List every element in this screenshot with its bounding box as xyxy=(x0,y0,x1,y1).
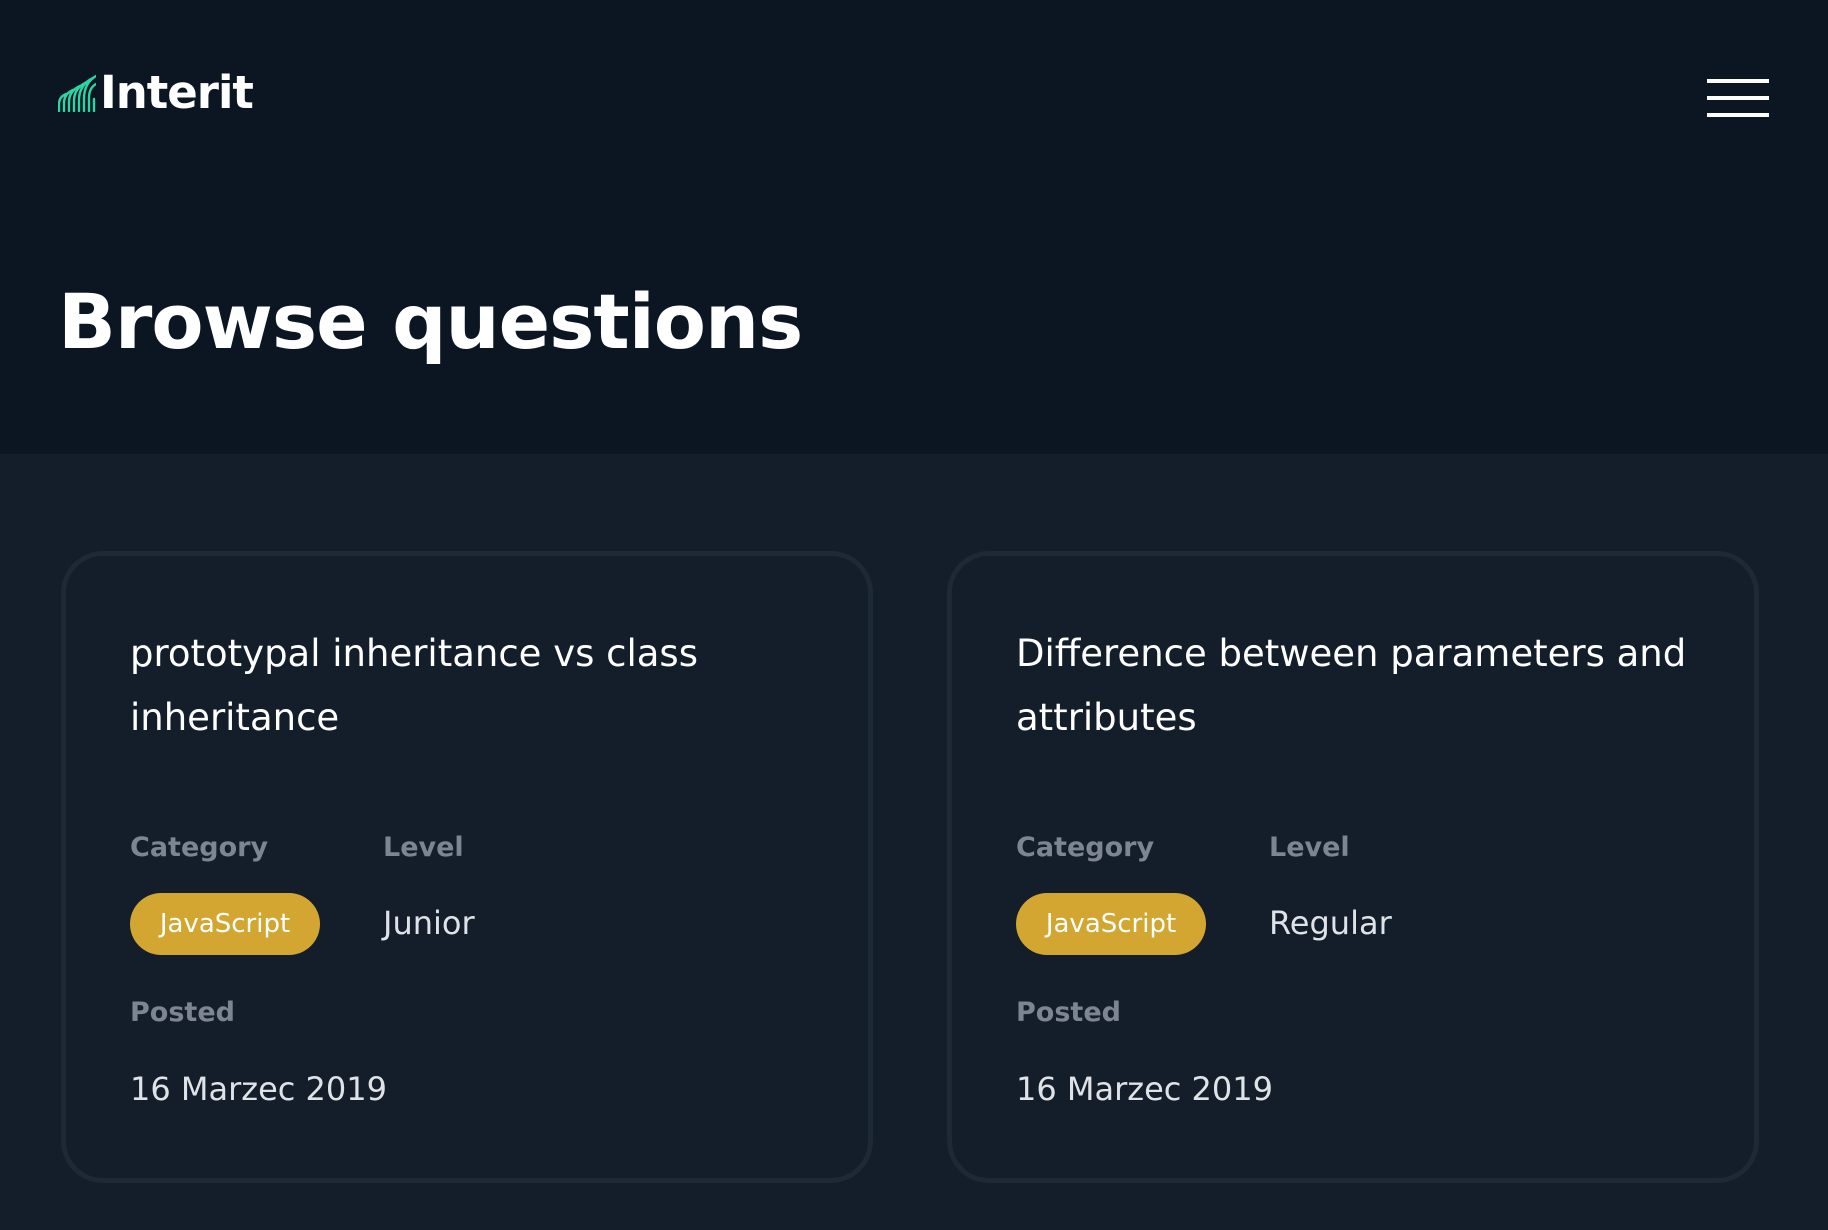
posted-label: Posted xyxy=(1016,997,1121,1028)
brand-logo[interactable]: Interit xyxy=(58,66,254,119)
question-card[interactable]: prototypal inheritance vs class inherita… xyxy=(61,551,873,1183)
category-badge[interactable]: JavaScript xyxy=(1016,893,1206,955)
category-label: Category xyxy=(130,832,269,863)
level-label: Level xyxy=(1269,832,1350,863)
level-label: Level xyxy=(383,832,464,863)
question-card[interactable]: Difference between parameters and attrib… xyxy=(947,551,1759,1183)
page-title: Browse questions xyxy=(58,277,803,366)
category-badge[interactable]: JavaScript xyxy=(130,893,320,955)
menu-line xyxy=(1707,113,1769,117)
menu-line xyxy=(1707,96,1769,100)
question-title[interactable]: Difference between parameters and attrib… xyxy=(1016,622,1696,750)
category-label: Category xyxy=(1016,832,1155,863)
brand-name: Interit xyxy=(100,66,254,119)
level-value: Regular xyxy=(1269,904,1392,942)
posted-date: 16 Marzec 2019 xyxy=(1016,1070,1273,1108)
hamburger-menu-icon[interactable] xyxy=(1707,79,1769,117)
posted-label: Posted xyxy=(130,997,235,1028)
level-value: Junior xyxy=(383,904,475,942)
question-title[interactable]: prototypal inheritance vs class inherita… xyxy=(130,622,810,750)
posted-date: 16 Marzec 2019 xyxy=(130,1070,387,1108)
site-header: Interit Browse questions xyxy=(0,0,1828,454)
curved-lines-logo-icon xyxy=(58,74,96,112)
menu-line xyxy=(1707,79,1769,83)
